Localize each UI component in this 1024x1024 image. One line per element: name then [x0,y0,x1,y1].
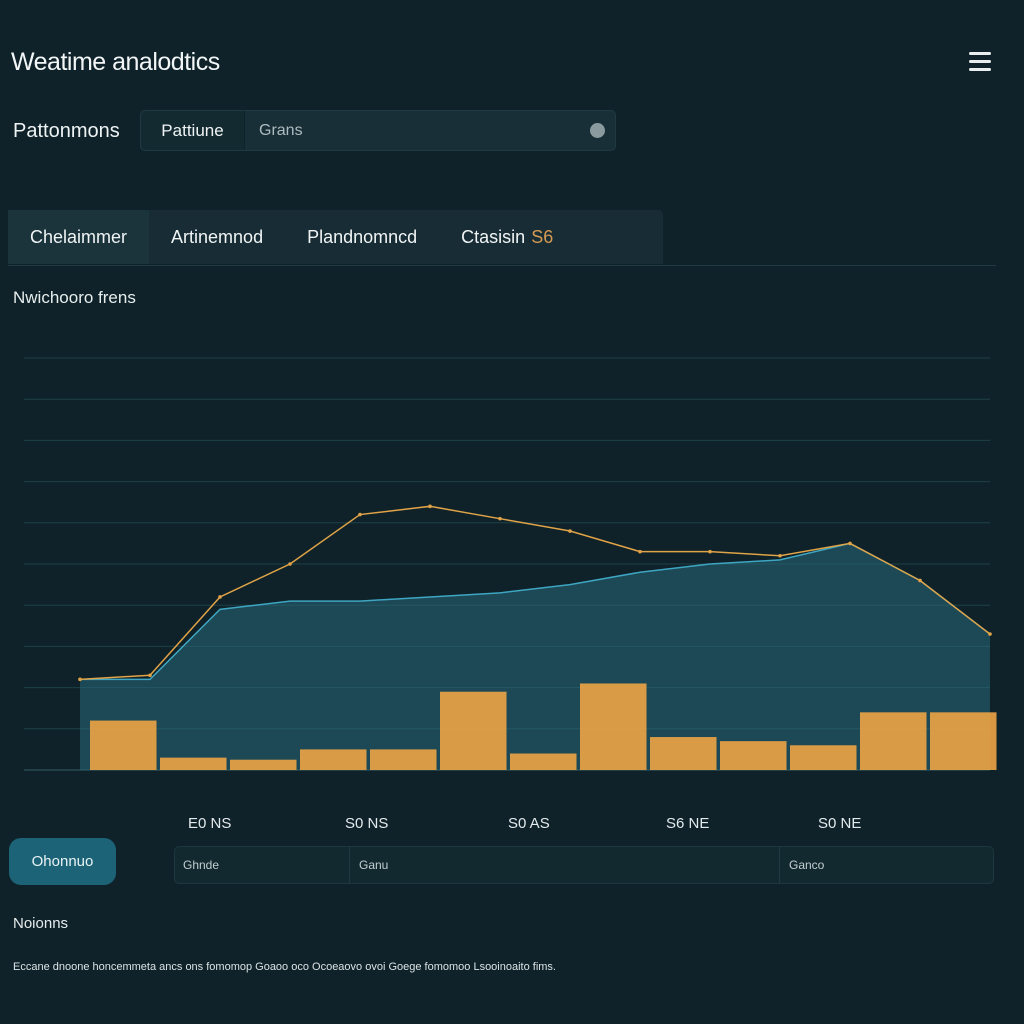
bar [230,759,297,770]
control-field[interactable]: Ganco [781,847,991,883]
primary-action-button[interactable]: Ohonnuo [9,838,116,885]
search-icon[interactable] [590,123,605,138]
bar [510,753,577,770]
chart-area-series [80,542,991,770]
line-point [638,549,642,554]
divider [8,265,996,266]
hamburger-menu-icon[interactable] [966,52,994,78]
category-label: S6 NE [666,815,710,832]
control-field[interactable]: Ganu [351,847,781,883]
filter-chip[interactable]: Pattiune [141,111,245,150]
search-input[interactable] [247,111,577,150]
control-field[interactable]: Ghnde [175,847,349,883]
bar [160,757,227,770]
line-point [778,553,782,558]
notes-text: Eccane dnoone honcemmeta ancs ons fomomo… [13,961,556,973]
bar [300,749,367,770]
analytics-chart [24,357,997,771]
bar [90,720,157,770]
tab-bar: Chelaimmer Artinemnod Plandnomncd Ctasis… [8,210,663,264]
category-label: S0 AS [508,815,550,832]
line-point [988,632,992,636]
bar [720,741,787,770]
bar [930,712,997,770]
tab-label: Ctasisin [461,227,526,247]
divider [349,847,350,883]
line-point [218,595,222,599]
filter-label: Pattonmons [13,120,120,142]
tab-chelaimmer[interactable]: Chelaimmer [8,210,150,264]
bar [370,749,437,770]
line-point [78,677,82,682]
category-label: E0 NS [188,815,232,832]
line-point [428,504,432,509]
line-point [848,541,852,546]
divider [779,847,780,883]
tab-badge: S6 [531,227,554,247]
bar [650,737,717,770]
tab-artinemnod[interactable]: Artinemnod [149,210,285,264]
tab-plandnomncd[interactable]: Plandnomncd [285,210,439,264]
line-point [708,549,712,554]
controls-bar: Ghnde Ganu Ganco [174,846,994,884]
line-point [288,562,292,566]
line-point [568,529,572,533]
chart-section-title: Nwichooro frens [13,288,136,307]
bar [790,745,857,770]
category-label: S0 NE [818,815,862,832]
bar [860,712,927,770]
bar [440,691,507,770]
category-label: S0 NS [345,815,389,832]
area-fill [80,543,990,770]
bar [580,683,647,770]
line-point [358,512,362,517]
app-title: Weatime analodtics [11,48,220,76]
filter-bar: Pattiune [140,110,616,151]
line-point [918,578,922,583]
tab-ctasisin[interactable]: Ctasisin S6 [439,210,575,264]
line-point [498,516,502,521]
line-point [148,673,152,678]
notes-title: Noionns [13,915,69,932]
